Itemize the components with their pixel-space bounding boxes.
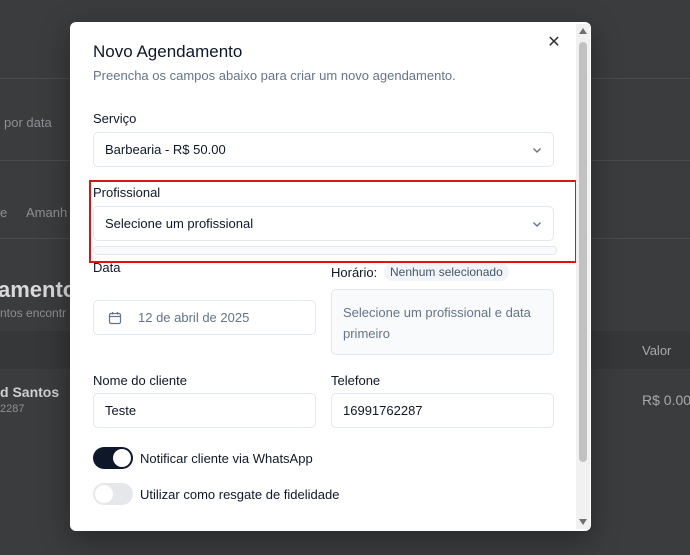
phone-input[interactable]: 16991762287: [331, 393, 554, 428]
date-label: Data: [93, 260, 121, 275]
page-subtitle: ntos encontr: [0, 306, 67, 320]
time-label: Horário:: [331, 265, 378, 280]
whatsapp-toggle-label: Notificar cliente via WhatsApp: [140, 451, 313, 466]
tab-today[interactable]: e: [0, 205, 7, 220]
scroll-up-icon[interactable]: [577, 26, 589, 36]
service-select[interactable]: Barbearia - R$ 50.00: [93, 132, 554, 167]
time-slots-placeholder: Selecione um profissional e data primeir…: [331, 289, 554, 355]
toggle-knob: [113, 449, 131, 467]
scrollbar-thumb[interactable]: [579, 42, 587, 462]
chevron-down-icon: [532, 145, 542, 155]
calendar-icon: [108, 311, 122, 325]
loyalty-toggle-label: Utilizar como resgate de fidelidade: [140, 487, 340, 502]
dialog-subtitle: Preencha os campos abaixo para criar um …: [93, 68, 456, 83]
client-name-input[interactable]: Teste: [93, 393, 316, 428]
row-value: R$ 0.00: [642, 392, 690, 408]
date-picker-button[interactable]: 12 de abril de 2025: [93, 300, 316, 335]
service-label: Serviço: [93, 111, 137, 126]
highlight-box: [89, 180, 577, 263]
column-header-value: Valor: [642, 343, 672, 358]
row-client-phone: 2287: [0, 403, 25, 415]
new-appointment-dialog: ✕ Novo Agendamento Preencha os campos ab…: [70, 22, 591, 531]
whatsapp-toggle[interactable]: [93, 447, 133, 469]
tab-tomorrow[interactable]: Amanh: [26, 205, 67, 220]
time-status-badge: Nenhum selecionado: [384, 263, 509, 281]
date-picker-value: 12 de abril de 2025: [138, 310, 250, 325]
scroll-down-icon[interactable]: [577, 517, 589, 527]
loyalty-toggle[interactable]: [93, 483, 133, 505]
dialog-title: Novo Agendamento: [93, 42, 243, 61]
close-icon[interactable]: ✕: [546, 34, 562, 52]
row-client-name: d Santos: [0, 384, 60, 400]
client-name-label: Nome do cliente: [93, 373, 187, 388]
date-filter-input[interactable]: por data: [4, 115, 52, 130]
toggle-knob: [95, 485, 113, 503]
phone-label: Telefone: [331, 373, 381, 388]
service-select-value: Barbearia - R$ 50.00: [105, 142, 226, 157]
